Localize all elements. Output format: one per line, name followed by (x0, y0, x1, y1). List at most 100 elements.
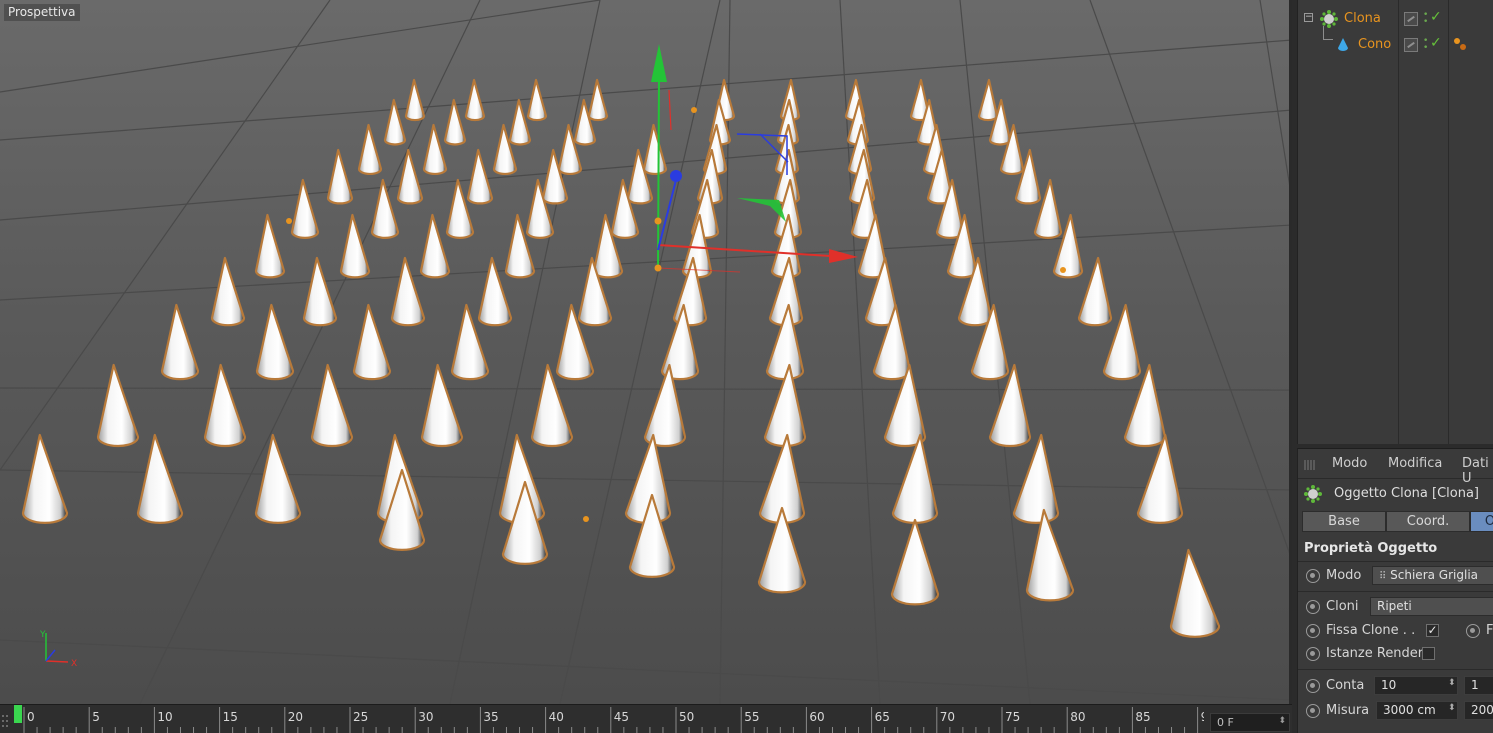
cone-clone (464, 78, 486, 122)
perspective-viewport[interactable]: Y X Prospettiva (0, 0, 1292, 704)
timeline-tick-label: 70 (940, 710, 955, 724)
gizmo-x-axis[interactable] (657, 244, 831, 257)
prop-label-cut-off: F (1486, 623, 1493, 638)
attribute-menu-bar: Modo Modifica Dati U (1298, 449, 1493, 486)
gizmo-z-handle[interactable] (670, 170, 682, 182)
menu-modo[interactable]: Modo (1332, 456, 1367, 471)
menu-modifica[interactable]: Modifica (1388, 456, 1442, 471)
timeline-tick-label: 15 (223, 710, 238, 724)
cone-clone (642, 123, 668, 176)
viewport-scene[interactable]: Y X (0, 0, 1292, 704)
cone-clone (526, 78, 548, 122)
tab-base[interactable]: Base (1302, 511, 1386, 532)
cone-clone (255, 303, 295, 381)
prop-conta: Conta 10 ⬍ 1 (1298, 675, 1493, 697)
misura-spinner-icon[interactable]: ⬍ (1448, 703, 1456, 713)
fissa-clone-checkbox[interactable]: ✓ (1426, 624, 1439, 637)
conta-y-field[interactable]: 1 (1464, 676, 1493, 695)
tab-coord[interactable]: Coord. (1386, 511, 1470, 532)
visibility-dots-icon[interactable]: • • (1423, 37, 1428, 53)
current-frame-field[interactable]: 0 F ⬍ (1210, 713, 1290, 732)
animate-radio-icon[interactable] (1306, 679, 1320, 693)
prop-misura: Misura 3000 cm ⬍ 200 (1298, 700, 1493, 722)
cone-clone (390, 256, 426, 327)
animate-radio-icon[interactable] (1306, 704, 1320, 718)
animate-radio-icon[interactable] (1306, 624, 1320, 638)
collapse-icon[interactable]: − (1304, 13, 1313, 22)
cone-clone (890, 518, 940, 606)
playhead[interactable] (14, 705, 22, 723)
cone-clone (302, 256, 338, 327)
attribute-manager[interactable]: Modo Modifica Dati U Oggetto Clona [Clon… (1297, 448, 1493, 733)
prop-label-modo: Modo (1326, 568, 1362, 583)
object-title-text: Oggetto Clona [Clona] (1334, 486, 1479, 501)
current-frame-value: 0 F (1217, 716, 1234, 729)
cone-clone (290, 178, 320, 239)
conta-y-value: 1 (1471, 678, 1479, 692)
grip-icon[interactable] (1304, 459, 1318, 471)
misura-x-field[interactable]: 3000 cm (1376, 701, 1458, 720)
animate-radio-icon[interactable] (1306, 600, 1320, 614)
cone-clone (891, 433, 939, 524)
frame-spinner-icon[interactable]: ⬍ (1278, 716, 1286, 726)
prop-label-fissa-clone: Fissa Clone . . (1326, 623, 1416, 638)
visibility-dots-icon[interactable]: • • (1423, 11, 1428, 27)
cone-clone (254, 433, 302, 524)
modo-select[interactable]: ⠿ Schiera Griglia (1372, 566, 1493, 585)
prop-label-conta: Conta (1326, 678, 1365, 693)
timeline-tick-label: 0 (27, 710, 35, 724)
timeline-tick-label: 35 (483, 710, 498, 724)
istanze-render-checkbox[interactable] (1422, 647, 1435, 660)
timeline-ruler[interactable]: 0 5 10 15 20 25 30 35 40 45 50 55 60 65 70 75 80 85 90 (12, 705, 1204, 733)
floor-grid (0, 0, 1289, 704)
cloni-select[interactable]: Ripeti (1370, 597, 1493, 616)
misura-y-field[interactable]: 200 (1464, 701, 1493, 720)
tab-oggetto[interactable]: O (1470, 511, 1493, 532)
timeline-tick-label: 90 (1201, 710, 1204, 724)
timeline-tick-label: 30 (418, 710, 433, 724)
attribute-object-title: Oggetto Clona [Clona] (1298, 482, 1493, 506)
gizmo-z-axis[interactable] (657, 179, 677, 251)
material-tag-icon[interactable] (1452, 37, 1468, 51)
animate-radio-icon[interactable] (1466, 624, 1480, 638)
timeline-tick-label: 75 (1005, 710, 1020, 724)
conta-spinner-icon[interactable]: ⬍ (1448, 678, 1456, 688)
object-manager[interactable]: − Clona • • ✓ Cono • • ✓ (1297, 0, 1493, 444)
layer-tag-icon[interactable] (1404, 38, 1418, 52)
world-axis-x-label: X (71, 659, 77, 669)
enabled-check-icon[interactable]: ✓ (1430, 9, 1442, 25)
cone-clone (370, 178, 400, 239)
object-row-cono[interactable]: Cono • • ✓ (1298, 26, 1493, 56)
cloner-icon (1304, 485, 1322, 503)
cone-clone (383, 98, 407, 146)
timeline-tick-label: 45 (614, 710, 629, 724)
cone-clone (1136, 433, 1184, 524)
object-name-cono[interactable]: Cono (1358, 37, 1391, 52)
layer-tag-icon[interactable] (1404, 12, 1418, 26)
timeline-grip-icon[interactable] (2, 715, 10, 731)
animate-radio-icon[interactable] (1306, 569, 1320, 583)
object-name-clona[interactable]: Clona (1344, 11, 1381, 26)
cone-icon (1338, 38, 1348, 51)
cone-clone (210, 256, 246, 327)
viewport-name-label[interactable]: Prospettiva (4, 4, 80, 21)
gizmo-y-arrow[interactable] (651, 44, 667, 82)
timeline-tick-label: 20 (288, 710, 303, 724)
enabled-check-icon[interactable]: ✓ (1430, 35, 1442, 51)
grid-array-icon: ⠿ (1379, 571, 1387, 582)
timeline[interactable]: 0 5 10 15 20 25 30 35 40 45 50 55 60 65 70 75 80 85 90 0 F… (0, 704, 1292, 733)
timeline-tick-label: 25 (353, 710, 368, 724)
cone-clone (404, 78, 426, 122)
animate-radio-icon[interactable] (1306, 647, 1320, 661)
prop-fissa-clone: Fissa Clone . . ✓ F (1298, 620, 1493, 642)
timeline-tick-label: 80 (1070, 710, 1085, 724)
prop-istanze-render: Istanze Render (1298, 643, 1493, 665)
timeline-tick-label: 65 (875, 710, 890, 724)
cloned-cones (21, 78, 1221, 638)
world-axis-indicator: Y X (39, 630, 77, 669)
gizmo-y-axis[interactable] (657, 77, 660, 269)
prop-cloni: Cloni Ripeti (1298, 596, 1493, 618)
cone-clone (422, 123, 448, 176)
conta-x-field[interactable]: 10 (1374, 676, 1458, 695)
modo-select-value: Schiera Griglia (1390, 568, 1478, 582)
